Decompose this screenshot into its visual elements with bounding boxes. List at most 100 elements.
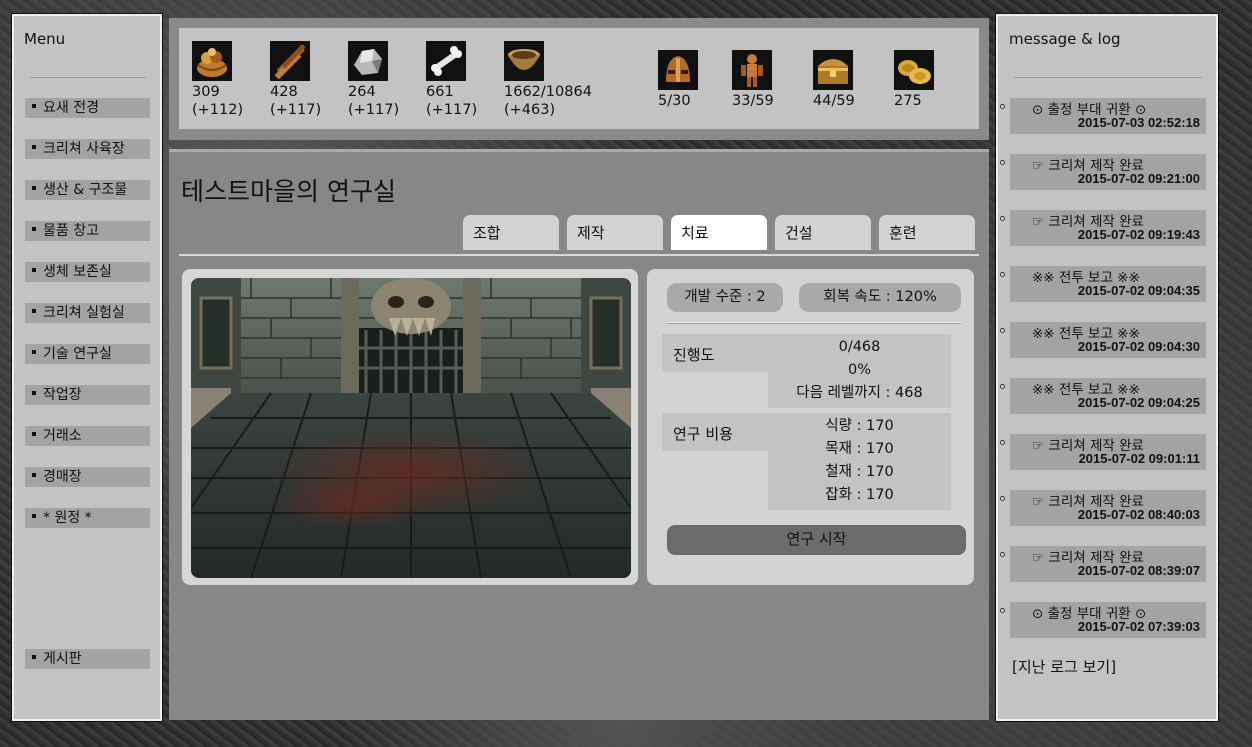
log-entry[interactable]: ⊙ 출정 부대 귀환 ⊙ 2015-07-02 07:39:03 [1000, 602, 1206, 638]
start-research-button[interactable]: 연구 시작 [667, 525, 966, 555]
bullet-icon [32, 309, 36, 313]
menu-item-label: 작업장 [43, 387, 82, 403]
bullet-icon [32, 514, 36, 518]
stat-value: 44/59 [813, 93, 855, 109]
resource-bone: 661 (+117) [426, 41, 477, 119]
log-date: 2015-07-03 02:52:18 [1077, 115, 1200, 130]
recovery-speed-badge: 회복 속도 : 120% [799, 283, 961, 312]
resource-wood: 428 (+117) [270, 41, 321, 119]
iron-ore-icon [348, 41, 388, 81]
cost-iron: 철재 : 170 [825, 464, 894, 480]
menu-item-workshop[interactable]: 작업장 [25, 385, 150, 405]
resource-delta: (+117) [348, 102, 400, 118]
message-log-panel: message & log ⊙ 출정 부대 귀환 ⊙ 2015-07-03 02:… [995, 13, 1219, 722]
stat-value: 275 [894, 93, 922, 109]
scene-frame [182, 269, 638, 585]
resource-value: 309 [192, 84, 220, 100]
bone-icon [426, 41, 466, 81]
page-title: 테스트마을의 연구실 [181, 177, 396, 206]
bullet-icon [32, 227, 36, 231]
log-entry[interactable]: ☞ 크리쳐 제작 완료 2015-07-02 09:19:43 [1000, 210, 1206, 246]
stat-gold: 275 [894, 41, 934, 110]
resource-bar: 309 (+112) 428 (+117) 264 (+117) 661 (+1… [169, 18, 989, 140]
menu-item-label: 생체 보존실 [43, 264, 112, 280]
cost-food: 식량 : 170 [825, 418, 894, 434]
log-entry[interactable]: ⊙ 출정 부대 귀환 ⊙ 2015-07-03 02:52:18 [1000, 98, 1206, 134]
tab-label: 조합 [473, 224, 501, 242]
menu-item-warehouse[interactable]: 물품 창고 [25, 221, 150, 241]
bullet-icon [32, 350, 36, 354]
resource-delta: (+117) [426, 102, 478, 118]
menu-item-production[interactable]: 생산 & 구조물 [25, 180, 150, 200]
log-entry[interactable]: ※※ 전투 보고 ※※ 2015-07-02 09:04:25 [1000, 378, 1206, 414]
menu-item-label: 물품 창고 [43, 223, 99, 239]
info-divider [667, 322, 961, 324]
stat-soldiers: 5/30 [658, 41, 698, 110]
log-entry[interactable]: ※※ 전투 보고 ※※ 2015-07-02 09:04:30 [1000, 322, 1206, 358]
bullet-icon [1000, 440, 1005, 445]
menu-title: Menu [24, 30, 66, 48]
log-divider [1014, 77, 1202, 78]
cost-wood: 목재 : 170 [825, 441, 894, 457]
menu-item-label: 크리쳐 실험실 [43, 305, 125, 321]
bullet-icon [1000, 160, 1005, 165]
bullet-icon [32, 104, 36, 108]
tab-train[interactable]: 훈련 [879, 215, 975, 250]
view-old-logs-link[interactable]: [지난 로그 보기] [1012, 656, 1116, 677]
research-info-panel: 개발 수준 : 2 회복 속도 : 120% 진행도 0/468 0% 다음 레… [647, 269, 974, 585]
tab-craft[interactable]: 제작 [567, 215, 663, 250]
stat-value: 33/59 [732, 93, 774, 109]
tab-build[interactable]: 건설 [775, 215, 871, 250]
menu-item-label: 크리쳐 사육장 [43, 141, 125, 157]
bullet-icon [1000, 272, 1005, 277]
log-entry[interactable]: ☞ 크리쳐 제작 완료 2015-07-02 08:40:03 [1000, 490, 1206, 526]
creature-figure-icon [732, 50, 772, 90]
bullet-icon [1000, 104, 1005, 109]
bullet-icon [1000, 328, 1005, 333]
resource-delta: (+463) [504, 102, 556, 118]
menu-item-label: 기술 연구실 [43, 346, 112, 362]
log-date: 2015-07-02 08:40:03 [1077, 507, 1200, 522]
progress-label: 진행도 [662, 334, 768, 372]
tab-label: 제작 [577, 224, 605, 242]
log-date: 2015-07-02 09:21:00 [1077, 171, 1200, 186]
tab-combine[interactable]: 조합 [463, 215, 559, 250]
log-entry[interactable]: ☞ 크리쳐 제작 완료 2015-07-02 08:39:07 [1000, 546, 1206, 582]
bullet-icon [32, 186, 36, 190]
bullet-icon [1000, 384, 1005, 389]
menu-item-board[interactable]: 게시판 [25, 649, 150, 669]
menu-item-fortress-view[interactable]: 요새 전경 [25, 98, 150, 118]
food-basket-icon [192, 41, 232, 81]
menu-item-label: 게시판 [43, 651, 82, 667]
menu-item-tech-lab[interactable]: 기술 연구실 [25, 344, 150, 364]
tab-label: 훈련 [889, 224, 917, 242]
bullet-icon [32, 655, 36, 659]
log-date: 2015-07-02 08:39:07 [1077, 563, 1200, 578]
stat-value: 5/30 [658, 93, 691, 109]
next-level-text: 다음 레벨까지 : 468 [796, 385, 923, 401]
resource-value: 661 [426, 84, 454, 100]
menu-item-auction[interactable]: 경매장 [25, 467, 150, 487]
treasure-chest-icon [813, 50, 853, 90]
bullet-icon [32, 473, 36, 477]
bullet-icon [1000, 552, 1005, 557]
menu-item-expedition[interactable]: * 원정 * [25, 508, 150, 528]
resource-value: 264 [348, 84, 376, 100]
log-date: 2015-07-02 09:19:43 [1077, 227, 1200, 242]
log-entry[interactable]: ☞ 크리쳐 제작 완료 2015-07-02 09:21:00 [1000, 154, 1206, 190]
cost-values: 식량 : 170 목재 : 170 철재 : 170 잡화 : 170 [768, 413, 951, 510]
stat-storage: 44/59 [813, 41, 855, 110]
menu-item-label: 거래소 [43, 428, 82, 444]
log-entry[interactable]: ※※ 전투 보고 ※※ 2015-07-02 09:04:35 [1000, 266, 1206, 302]
menu-item-bio-storage[interactable]: 생체 보존실 [25, 262, 150, 282]
tab-heal[interactable]: 치료 [671, 215, 767, 250]
progress-values: 0/468 0% 다음 레벨까지 : 468 [768, 334, 951, 408]
log-title: message & log [1009, 30, 1121, 48]
log-entry[interactable]: ☞ 크리쳐 제작 완료 2015-07-02 09:01:11 [1000, 434, 1206, 470]
bowl-icon [504, 41, 544, 81]
menu-item-creature-lab[interactable]: 크리쳐 실험실 [25, 303, 150, 323]
menu-item-creature-pen[interactable]: 크리쳐 사육장 [25, 139, 150, 159]
menu-item-exchange[interactable]: 거래소 [25, 426, 150, 446]
resource-bar-inner: 309 (+112) 428 (+117) 264 (+117) 661 (+1… [179, 28, 979, 129]
menu-item-label: 요새 전경 [43, 100, 99, 116]
